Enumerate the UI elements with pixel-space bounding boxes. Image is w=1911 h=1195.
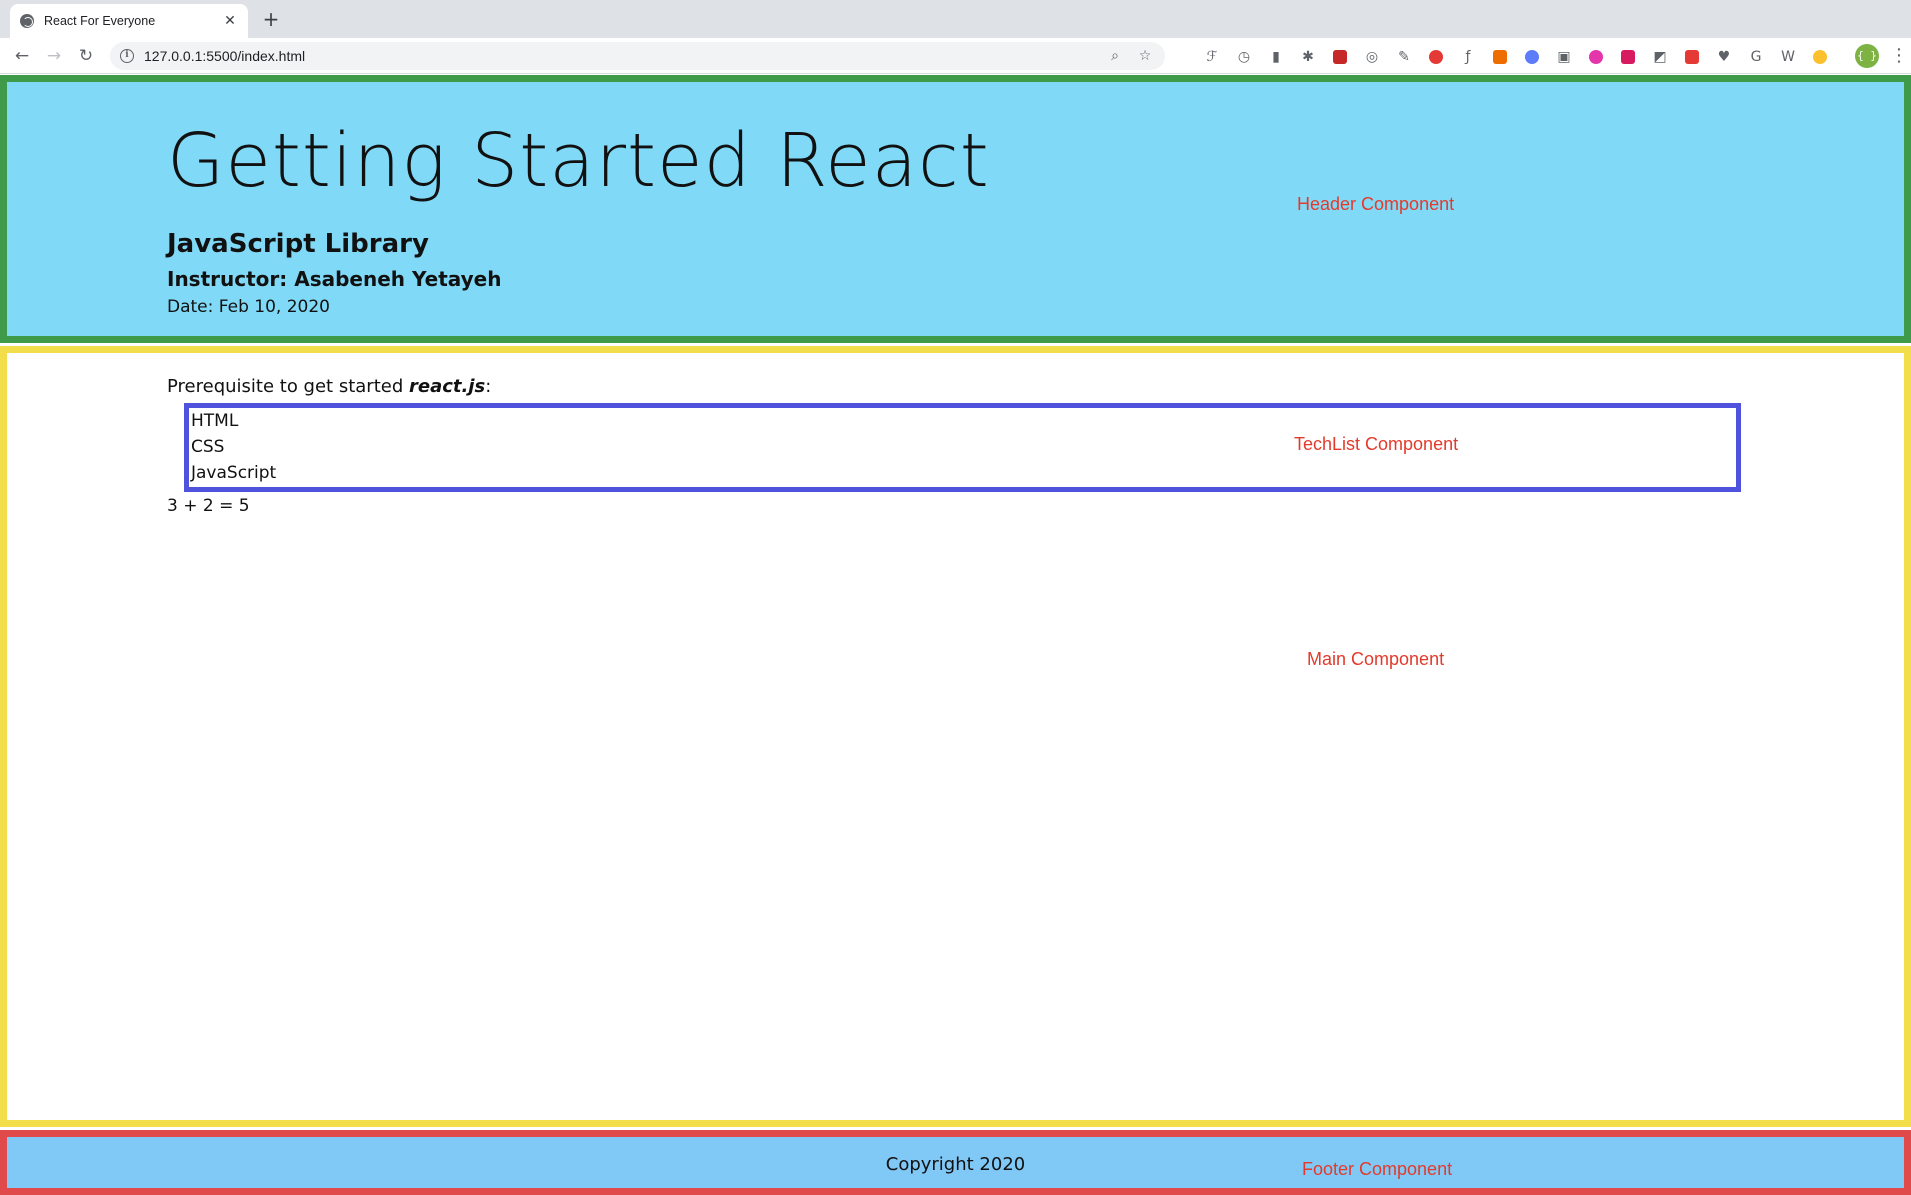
bookmark-star-icon[interactable]: ☆ xyxy=(1135,48,1155,64)
header-component: Getting Started React JavaScript Library… xyxy=(0,75,1911,343)
prerequisite-suffix: : xyxy=(485,376,492,397)
extension-timer-icon[interactable]: ◷ xyxy=(1232,46,1256,68)
main-component-annotation: Main Component xyxy=(1307,649,1445,669)
tech-list-item: HTML xyxy=(191,411,239,431)
extension-graphql-icon[interactable] xyxy=(1584,46,1608,68)
techlist-component: HTML CSS JavaScript xyxy=(184,403,1741,492)
tech-list-item: JavaScript xyxy=(191,463,277,483)
page-title: Getting Started React xyxy=(167,118,990,204)
extension-eyedropper-icon[interactable]: ✎ xyxy=(1392,46,1416,68)
extensions-bar: ℱ ◷ ▮ ✱ ◎ ✎ ƒ ▣ ◩ ♥ G W xyxy=(1200,46,1832,68)
browser-tab-bar: React For Everyone ✕ + xyxy=(0,0,1911,38)
close-tab-icon[interactable]: ✕ xyxy=(222,13,238,29)
globe-icon xyxy=(20,14,34,28)
forward-icon[interactable]: → xyxy=(42,44,66,68)
extension-red-circle-icon[interactable] xyxy=(1424,46,1448,68)
extension-w-icon[interactable]: W xyxy=(1776,46,1800,68)
extension-g-icon[interactable]: G xyxy=(1744,46,1768,68)
extension-color-wheel-icon[interactable] xyxy=(1808,46,1832,68)
techlist-component-annotation: TechList Component xyxy=(1294,434,1459,454)
prerequisite-label: Prerequisite to get started xyxy=(167,376,404,397)
page-subtitle: JavaScript Library xyxy=(167,229,429,259)
page-viewport: Getting Started React JavaScript Library… xyxy=(0,75,1911,1195)
extension-pink-square-icon[interactable] xyxy=(1616,46,1640,68)
header-component-annotation: Header Component xyxy=(1297,194,1455,214)
instructor-text: Instructor: Asabeneh Yetayeh xyxy=(167,267,502,291)
address-bar[interactable]: i 127.0.0.1:5500/index.html ⌕ ☆ xyxy=(110,42,1165,70)
tab-title: React For Everyone xyxy=(44,14,156,28)
extension-pen-icon[interactable]: ◩ xyxy=(1648,46,1672,68)
extension-camera-icon[interactable]: ▣ xyxy=(1552,46,1576,68)
browser-tab[interactable]: React For Everyone ✕ xyxy=(10,4,248,38)
new-tab-button[interactable]: + xyxy=(260,8,282,30)
prerequisite-text: Prerequisite to get started react.js: xyxy=(167,376,491,397)
extension-circle-icon[interactable]: ◎ xyxy=(1360,46,1384,68)
extension-red-square-icon[interactable] xyxy=(1328,46,1352,68)
info-icon[interactable]: i xyxy=(120,49,134,63)
kebab-menu-icon[interactable]: ⋮ xyxy=(1890,44,1908,68)
footer-component: Copyright 2020 xyxy=(0,1130,1911,1195)
footer-component-annotation: Footer Component xyxy=(1302,1159,1453,1179)
extension-fonts-icon[interactable]: ℱ xyxy=(1200,46,1224,68)
sum-text: 3 + 2 = 5 xyxy=(167,496,250,516)
extension-megaphone-icon[interactable] xyxy=(1488,46,1512,68)
url-text[interactable]: 127.0.0.1:5500/index.html xyxy=(144,48,1105,64)
back-icon[interactable]: ← xyxy=(10,44,34,68)
extension-bookmark-icon[interactable]: ▮ xyxy=(1264,46,1288,68)
library-name: react.js xyxy=(409,376,486,397)
reload-icon[interactable]: ↻ xyxy=(74,44,98,68)
extension-bug-icon[interactable]: ✱ xyxy=(1296,46,1320,68)
copyright-text: Copyright 2020 xyxy=(885,1154,1026,1175)
extension-heart-icon[interactable]: ♥ xyxy=(1712,46,1736,68)
browser-toolbar: ← → ↻ i 127.0.0.1:5500/index.html ⌕ ☆ ℱ … xyxy=(0,38,1911,74)
extension-stop-icon[interactable] xyxy=(1680,46,1704,68)
zoom-icon[interactable]: ⌕ xyxy=(1105,48,1125,64)
main-component: Prerequisite to get started react.js: HT… xyxy=(0,346,1911,1127)
tech-list-item: CSS xyxy=(191,437,225,457)
profile-avatar[interactable]: { } xyxy=(1855,44,1879,68)
date-text: Date: Feb 10, 2020 xyxy=(167,297,330,317)
extension-blue-circle-icon[interactable] xyxy=(1520,46,1544,68)
extension-function-icon[interactable]: ƒ xyxy=(1456,46,1480,68)
